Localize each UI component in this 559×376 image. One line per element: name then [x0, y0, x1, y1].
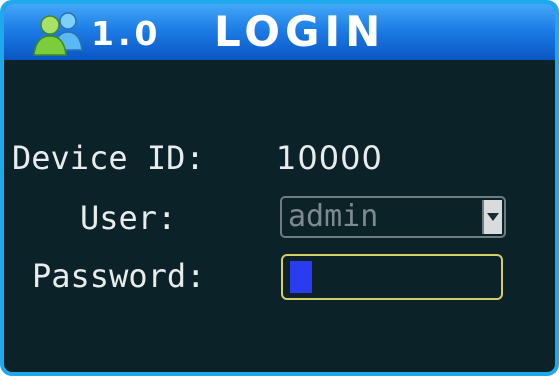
login-dialog: 1.0 LOGIN Device ID: 10000 User: admin P…	[0, 0, 559, 376]
version-label: 1.0	[91, 14, 162, 53]
password-label: Password:	[32, 257, 206, 295]
chevron-down-icon[interactable]	[482, 200, 502, 234]
text-cursor	[290, 261, 312, 293]
page-title: LOGIN	[214, 7, 386, 56]
users-icon	[33, 12, 83, 56]
user-label: User:	[80, 199, 177, 237]
device-id-label: Device ID:	[12, 139, 205, 177]
title-bar: 1.0 LOGIN	[4, 4, 555, 60]
user-select-value: admin	[288, 199, 379, 234]
device-id-value: 10000	[276, 139, 383, 177]
user-select[interactable]: admin	[280, 196, 506, 238]
password-field[interactable]	[281, 254, 503, 300]
